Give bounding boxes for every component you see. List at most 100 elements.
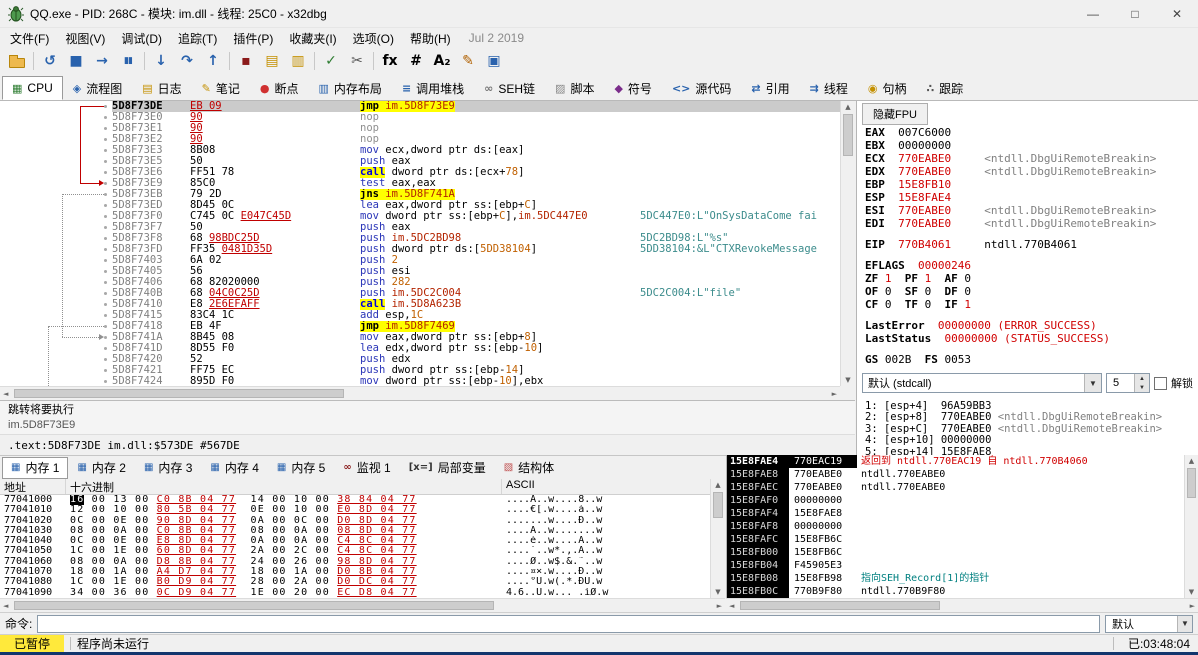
argument-row[interactable]: 3: [esp+C] 770EABE0 <ntdll.DbgUiRemoteBr… (865, 424, 1196, 435)
run-icon[interactable]: → (89, 49, 115, 73)
stack-panel[interactable]: 15E8FAE4770EAC19返回到 ntdll.770EAC19 自 ntd… (726, 455, 1184, 598)
stack-vertical-scrollbar[interactable]: ▲ ▼ (1184, 455, 1198, 598)
command-profile-select[interactable]: 默认 ▼ (1105, 615, 1193, 633)
disasm-row[interactable]: 5D8F7424895D F0mov dword ptr ss:[ebp-10]… (112, 376, 840, 386)
step-into-icon[interactable]: ↓ (148, 49, 174, 73)
dump-horizontal-scrollbar[interactable]: ◄ ► (0, 598, 725, 612)
animate-icon[interactable]: ▪ (233, 49, 259, 73)
scissors-icon[interactable]: ✂ (344, 49, 370, 73)
snapshot-icon[interactable]: ▥ (285, 49, 311, 73)
bottom-tab-memory-5[interactable]: ▦内存 5 (268, 457, 334, 479)
register-lasterror[interactable]: LastError 00000000 (ERROR_SUCCESS) (865, 319, 1196, 332)
stack-row[interactable]: 15E8FB04F45905E3 (727, 559, 1184, 572)
dump-row[interactable]: 770410200C 00 0E 00 90 8D 04 77 0A 00 0C… (0, 516, 710, 526)
register-ebp[interactable]: EBP 15E8FB10 (865, 178, 1196, 191)
disasm-row[interactable]: 5D8F740556push esi (112, 266, 840, 277)
disasm-row[interactable]: 5D8F7421FF75 ECpush dword ptr ss:[ebp-14… (112, 365, 840, 376)
register-edi[interactable]: EDI 770EABE0 <ntdll.DbgUiRemoteBreakin> (865, 217, 1196, 230)
disassembly-panel[interactable]: 5D8F73DEEB 09jmp im.5D8F73E95D8F73E090no… (0, 101, 840, 386)
flags-row[interactable]: GS 002B FS 0053 (865, 353, 1196, 366)
tab-seh[interactable]: ∞SEH链 (474, 76, 545, 100)
flags-row[interactable]: ZF 1 PF 1 AF 0 (865, 272, 1196, 285)
disasm-row[interactable]: 5D8F741D8D55 F0lea edx,dword ptr ss:[ebp… (112, 343, 840, 354)
tab-notes[interactable]: ✎笔记 (192, 76, 250, 100)
bottom-tab-memory-2[interactable]: ▦内存 2 (68, 457, 134, 479)
argument-row[interactable]: 2: [esp+8] 770EABE0 <ntdll.DbgUiRemoteBr… (865, 412, 1196, 423)
argument-row[interactable]: 5: [esp+14] 15E8FAE8 (865, 447, 1196, 455)
stack-horizontal-scrollbar[interactable]: ◄ ► (726, 598, 1198, 612)
calling-convention-select[interactable]: 默认 (stdcall) ▼ (862, 373, 1102, 393)
stack-row[interactable]: 15E8FAFC15E8FB6C (727, 533, 1184, 546)
tab-trace[interactable]: ∴跟踪 (916, 76, 973, 100)
bottom-tab-memory-1[interactable]: ▦内存 1 (2, 457, 68, 479)
dump-row[interactable]: 7704101012 00 10 00 80 5B 04 77 0E 00 10… (0, 505, 710, 515)
disasm-row[interactable]: 5D8F74036A 02push 2 (112, 255, 840, 266)
disasm-row[interactable]: 5D8F7410E8 2E6EFAFFcall im.5D8A623B (112, 299, 840, 310)
disasm-row[interactable]: 5D8F73E090nop (112, 112, 840, 123)
tab-symbols[interactable]: ◆符号 (604, 76, 661, 100)
disasm-row[interactable]: 5D8F7418EB 4Fjmp im.5D8F7469 (112, 321, 840, 332)
disasm-row[interactable]: 5D8F742052push edx (112, 354, 840, 365)
stop-icon[interactable]: ■ (63, 49, 89, 73)
trace-log-icon[interactable]: ▤ (259, 49, 285, 73)
menu-item-0[interactable]: 文件(F) (2, 28, 57, 49)
disasm-row[interactable]: 5D8F73E190nop (112, 123, 840, 134)
stack-row[interactable]: 15E8FB0815E8FB98指向SEH_Record[1]的指针 (727, 572, 1184, 585)
tab-call-stack[interactable]: ≡调用堆栈 (392, 76, 474, 100)
menu-item-1[interactable]: 视图(V) (57, 28, 113, 49)
check-icon[interactable]: ✓ (318, 49, 344, 73)
dump-row[interactable]: 7704107018 00 1A 00 A4 D7 04 77 18 00 1A… (0, 567, 710, 577)
minimize-button[interactable]: — (1072, 0, 1114, 28)
bottom-tab-watch[interactable]: ∞监视 1 (334, 457, 399, 479)
stack-row[interactable]: 15E8FAEC770EABE0ntdll.770EABE0 (727, 481, 1184, 494)
chevron-down-icon[interactable]: ▼ (1177, 616, 1192, 632)
dump-row[interactable]: 7704103008 00 0A 00 C0 8B 04 77 08 00 0A… (0, 526, 710, 536)
disasm-row[interactable]: 5D8F741583C4 1Cadd esp,1C (112, 310, 840, 321)
register-esp[interactable]: ESP 15E8FAE4 (865, 191, 1196, 204)
disasm-row[interactable]: 5D8F73E985C0test eax,eax (112, 178, 840, 189)
tab-memory-map[interactable]: ▥内存布局 (309, 76, 392, 100)
register-esi[interactable]: ESI 770EABE0 <ntdll.DbgUiRemoteBreakin> (865, 204, 1196, 217)
register-ebx[interactable]: EBX 00000000 (865, 139, 1196, 152)
disasm-row[interactable]: 5D8F73E290nop (112, 134, 840, 145)
pause-icon[interactable]: ▮▮ (115, 49, 141, 73)
register-eflags[interactable]: EFLAGS 00000246 (865, 259, 1196, 272)
tab-source[interactable]: <>源代码 (662, 76, 741, 100)
stack-row[interactable]: 15E8FB0C770B9F80ntdll.770B9F80 (727, 585, 1184, 598)
dump-row[interactable]: 7704100016 00 13 00 C0 8B 04 77 14 00 10… (0, 495, 710, 505)
chevron-down-icon[interactable]: ▼ (1084, 374, 1101, 392)
disassembly-horizontal-scrollbar[interactable]: ◄ ► (0, 386, 840, 400)
bottom-tab-struct[interactable]: ▧结构体 (495, 457, 563, 479)
tab-graph[interactable]: ◈流程图 (63, 76, 132, 100)
tab-log[interactable]: ▤日志 (132, 76, 191, 100)
open-file-icon[interactable] (4, 49, 30, 73)
register-ecx[interactable]: ECX 770EABE0 <ntdll.DbgUiRemoteBreakin> (865, 152, 1196, 165)
menu-item-3[interactable]: 追踪(T) (170, 28, 225, 49)
argument-count-stepper[interactable]: 5 ▲▼ (1106, 373, 1150, 393)
fx-icon[interactable]: fx (377, 49, 403, 73)
menu-item-6[interactable]: 选项(O) (345, 28, 402, 49)
brush-icon[interactable]: ✎ (455, 49, 481, 73)
stack-row[interactable]: 15E8FAF800000000 (727, 520, 1184, 533)
maximize-button[interactable]: □ (1114, 0, 1156, 28)
tab-handles[interactable]: ◉句柄 (858, 76, 917, 100)
disasm-row[interactable]: 5D8F73F868 98BDC25Dpush im.5DC2BD985DC2B… (112, 233, 840, 244)
unlock-checkbox-group[interactable]: 解锁 (1154, 375, 1193, 391)
register-edx[interactable]: EDX 770EABE0 <ntdll.DbgUiRemoteBreakin> (865, 165, 1196, 178)
menu-item-7[interactable]: 帮助(H) (402, 28, 459, 49)
stack-row[interactable]: 15E8FAF415E8FAE8 (727, 507, 1184, 520)
tab-breakpoints[interactable]: ●断点 (250, 76, 309, 100)
disasm-row[interactable]: 5D8F73E6FF51 78call dword ptr ds:[ecx+78… (112, 167, 840, 178)
tab-threads[interactable]: ⇉线程 (800, 76, 858, 100)
disasm-row[interactable]: 5D8F73FDFF35 0481D35Dpush dword ptr ds:[… (112, 244, 840, 255)
disasm-row[interactable]: 5D8F73ED8D45 0Clea eax,dword ptr ss:[ebp… (112, 200, 840, 211)
tab-cpu[interactable]: ▦CPU (2, 76, 63, 100)
hide-fpu-button[interactable]: 隐藏FPU (862, 103, 928, 125)
dump-row[interactable]: 770410801C 00 1E 00 B0 D9 04 77 28 00 2A… (0, 577, 710, 587)
disasm-row[interactable]: 5D8F73EB79 2Djns im.5D8F741A (112, 189, 840, 200)
register-laststatus[interactable]: LastStatus 00000000 (STATUS_SUCCESS) (865, 332, 1196, 345)
dump-row[interactable]: 770410400C 00 0E 00 E8 8D 04 77 0A 00 0A… (0, 536, 710, 546)
bottom-tab-memory-4[interactable]: ▦内存 4 (201, 457, 267, 479)
step-over-icon[interactable]: ↷ (174, 49, 200, 73)
register-eax[interactable]: EAX 007C6000 (865, 126, 1196, 139)
